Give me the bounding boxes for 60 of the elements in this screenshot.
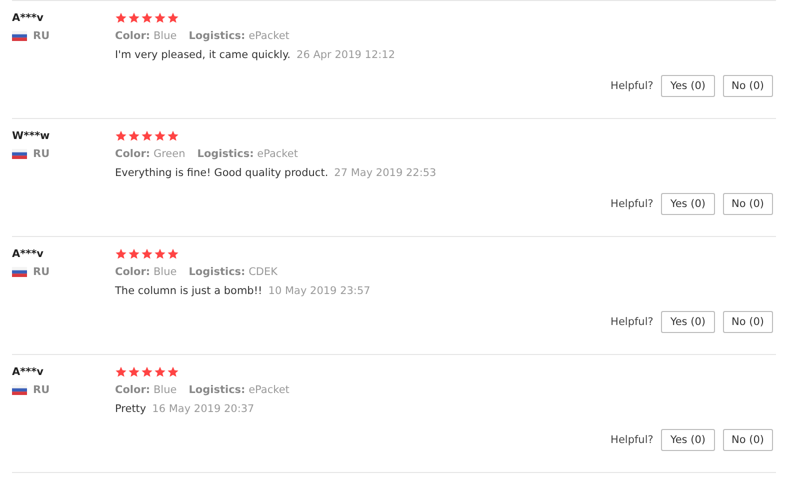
star-icon — [141, 248, 153, 260]
helpful-label: Helpful? — [610, 316, 654, 328]
review-date: 10 May 2019 23:57 — [268, 285, 370, 297]
reviewer-name: A***v — [12, 248, 44, 260]
star-icon — [115, 366, 127, 378]
review-date: 26 Apr 2019 12:12 — [296, 49, 396, 61]
country-code: RU — [33, 384, 50, 396]
review-text: Everything is fine! Good quality product. — [115, 167, 328, 179]
yes-button[interactable]: Yes (0) — [661, 193, 714, 215]
star-icon — [167, 12, 179, 24]
reviewer-name: A***v — [12, 366, 44, 378]
reviewer-name: W***w — [12, 130, 50, 142]
country-code: RU — [33, 266, 50, 278]
product-property: Color: Blue — [115, 266, 177, 278]
yes-button[interactable]: Yes (0) — [661, 429, 714, 451]
no-button[interactable]: No (0) — [722, 311, 773, 333]
flag-icon — [12, 31, 27, 41]
review-text: Pretty — [115, 403, 146, 415]
star-icon — [141, 12, 153, 24]
reviewer-name: A***v — [12, 12, 44, 24]
helpful-label: Helpful? — [610, 198, 654, 210]
star-icon — [154, 12, 166, 24]
yes-button[interactable]: Yes (0) — [661, 311, 714, 333]
review-text: I'm very pleased, it came quickly. — [115, 49, 291, 61]
yes-button[interactable]: Yes (0) — [661, 75, 714, 97]
star-icon — [128, 12, 140, 24]
no-button[interactable]: No (0) — [722, 75, 773, 97]
no-button[interactable]: No (0) — [722, 193, 773, 215]
flag-icon — [12, 267, 27, 277]
product-property: Color: Blue — [115, 30, 177, 42]
review-date: 27 May 2019 22:53 — [334, 167, 436, 179]
flag-icon — [12, 149, 27, 159]
star-icon — [154, 130, 166, 142]
helpful-label: Helpful? — [610, 80, 654, 92]
flag-icon — [12, 385, 27, 395]
star-icon — [128, 366, 140, 378]
product-property: Color: Green — [115, 148, 186, 160]
product-property: Logistics: ePacket — [188, 30, 290, 42]
product-property: Logistics: ePacket — [188, 384, 290, 396]
star-icon — [167, 248, 179, 260]
product-property: Logistics: ePacket — [197, 148, 298, 160]
country-code: RU — [33, 30, 50, 42]
star-icon — [115, 12, 127, 24]
star-icon — [128, 130, 140, 142]
product-property: Logistics: CDEK — [188, 266, 278, 278]
star-icon — [141, 366, 153, 378]
star-icon — [115, 130, 127, 142]
no-button[interactable]: No (0) — [722, 429, 773, 451]
star-icon — [167, 130, 179, 142]
helpful-label: Helpful? — [610, 434, 654, 446]
product-property: Color: Blue — [115, 384, 177, 396]
review-date: 16 May 2019 20:37 — [152, 403, 254, 415]
review-text: The column is just a bomb!! — [115, 285, 262, 297]
star-icon — [128, 248, 140, 260]
star-icon — [154, 248, 166, 260]
star-icon — [154, 366, 166, 378]
star-icon — [115, 248, 127, 260]
star-icon — [141, 130, 153, 142]
country-code: RU — [33, 148, 50, 160]
star-icon — [167, 366, 179, 378]
